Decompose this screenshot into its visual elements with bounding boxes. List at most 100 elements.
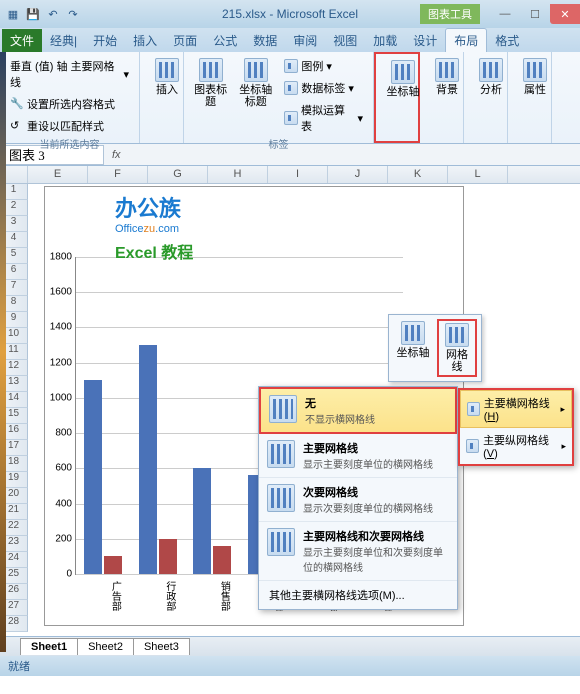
analysis-icon [479,58,503,82]
quick-access-toolbar: ▦ 💾 ↶ ↷ [0,5,86,23]
y-tick-label: 400 [44,498,72,509]
tab-addins[interactable]: 加载 [365,29,405,52]
col-header[interactable]: E [28,166,88,183]
close-button[interactable]: ✕ [550,4,580,24]
reset-style-button[interactable]: ↺重设以匹配样式 [6,116,133,136]
reset-icon: ↺ [10,119,24,133]
tab-data[interactable]: 数据 [245,29,285,52]
col-header[interactable]: F [88,166,148,183]
chart-title-button[interactable]: 图表标题 [190,56,231,136]
selection-dropdown[interactable]: 垂直 (值) 轴 主要网格线 ▾ [6,56,133,92]
background-button[interactable]: 背景 [426,56,468,98]
ribbon-tabs: 文件 经典| 开始 插入 页面 公式 数据 审阅 视图 加载 设计 布局 格式 [0,28,580,52]
sheet-tab[interactable]: Sheet2 [77,638,134,655]
insert-button[interactable]: 插入 [146,56,188,98]
tab-classic[interactable]: 经典| [42,29,85,52]
gridline [76,292,403,293]
axes-popup-button[interactable]: 坐标轴 [393,319,433,377]
y-tick-label: 0 [44,569,72,580]
legend-button[interactable]: 图例 ▾ [280,56,367,76]
y-tick-label: 1200 [44,357,72,368]
bar[interactable] [159,539,177,574]
window-title: 215.xlsx - Microsoft Excel [222,7,358,21]
col-header[interactable]: J [328,166,388,183]
x-category-label: 行政部 [137,578,177,614]
tab-view[interactable]: 视图 [325,29,365,52]
maximize-button[interactable]: ☐ [520,4,550,24]
bar-group[interactable] [193,468,231,574]
format-selection-button[interactable]: 🔧设置所选内容格式 [6,94,133,114]
data-table-button[interactable]: 模拟运算表 ▾ [280,100,367,136]
bar[interactable] [104,556,122,574]
x-category-label: 销售部 [191,578,231,614]
sheet-tab[interactable]: Sheet1 [20,638,78,655]
decorative-strip [0,52,6,652]
axes-gridlines-popup: 坐标轴 网格线 [388,314,482,382]
axes-button[interactable]: 坐标轴 [382,58,424,100]
watermark-url: Officezu.com [115,223,193,235]
both-icon [267,528,295,556]
y-tick-label: 1400 [44,322,72,333]
tab-insert[interactable]: 插入 [125,29,165,52]
data-labels-button[interactable]: 数据标签 ▾ [280,78,367,98]
gridlines-dropdown-menu: 无不显示横网格线 主要网格线显示主要刻度单位的横网格线 次要网格线显示次要刻度单… [258,386,458,610]
gridlines-popup-button[interactable]: 网格线 [437,319,477,377]
properties-button[interactable]: 属性 [514,56,556,98]
chart-title-icon [199,58,223,82]
gridline-option-none[interactable]: 无不显示横网格线 [259,387,457,434]
status-text: 就绪 [8,658,30,674]
bar[interactable] [139,345,157,574]
sheet-tab[interactable]: Sheet3 [133,638,190,655]
tab-home[interactable]: 开始 [85,29,125,52]
gridline-more-options[interactable]: 其他主要横网格线选项(M)... [259,581,457,609]
ribbon-group-axes-highlighted: 坐标轴 [374,52,420,143]
picture-icon [155,58,179,82]
major-horizontal-gridlines[interactable]: 主要横网格线(H)▸ [460,390,572,428]
bar-group[interactable] [84,380,122,574]
gridline-option-major[interactable]: 主要网格线显示主要刻度单位的横网格线 [259,434,457,478]
gridline-option-minor[interactable]: 次要网格线显示次要刻度单位的横网格线 [259,478,457,522]
chart-tools-contextual-tab: 图表工具 [420,4,480,24]
axis-title-icon [244,58,268,82]
title-bar: ▦ 💾 ↶ ↷ 215.xlsx - Microsoft Excel 图表工具 … [0,0,580,28]
col-header[interactable]: G [148,166,208,183]
y-tick-label: 1000 [44,392,72,403]
gridline-option-both[interactable]: 主要网格线和次要网格线显示主要刻度单位和次要刻度单位的横网格线 [259,522,457,581]
bar[interactable] [84,380,102,574]
format-icon: 🔧 [10,97,24,111]
watermark-title: 办公族 [115,191,193,223]
group-label-selection: 当前所选内容 [6,136,133,151]
col-header[interactable]: I [268,166,328,183]
y-tick-label: 1600 [44,287,72,298]
analysis-button[interactable]: 分析 [470,56,512,98]
sheet-tab-bar: Sheet1 Sheet2 Sheet3 [0,636,580,656]
axis-title-button[interactable]: 坐标轴标题 [235,56,276,136]
minimize-button[interactable]: — [490,4,520,24]
ribbon-group-analysis: 分析 [464,52,508,143]
tab-format[interactable]: 格式 [487,29,527,52]
tab-design[interactable]: 设计 [405,29,445,52]
undo-icon[interactable]: ↶ [44,5,62,23]
tab-formulas[interactable]: 公式 [205,29,245,52]
col-header[interactable]: H [208,166,268,183]
datalabel-icon [284,81,298,95]
none-icon [269,395,297,423]
major-vertical-gridlines[interactable]: 主要纵网格线(V)▸ [460,428,572,464]
tab-file[interactable]: 文件 [2,29,42,52]
bar[interactable] [193,468,211,574]
col-header[interactable]: K [388,166,448,183]
group-label-labels: 标签 [190,136,367,151]
ribbon-group-labels: 图表标题 坐标轴标题 图例 ▾ 数据标签 ▾ 模拟运算表 ▾ 标签 [184,52,374,143]
redo-icon[interactable]: ↷ [64,5,82,23]
bar[interactable] [213,546,231,574]
col-header[interactable]: L [448,166,508,183]
datatable-icon [284,111,298,125]
bar-group[interactable] [139,345,177,574]
h-grid-icon [467,402,480,416]
tab-layout[interactable]: 布局 [445,28,487,52]
tab-page[interactable]: 页面 [165,29,205,52]
tab-review[interactable]: 审阅 [285,29,325,52]
worksheet-area: E F G H I J K L 123456789101112131415161… [0,166,580,636]
save-icon[interactable]: 💾 [24,5,42,23]
y-tick-label: 200 [44,533,72,544]
